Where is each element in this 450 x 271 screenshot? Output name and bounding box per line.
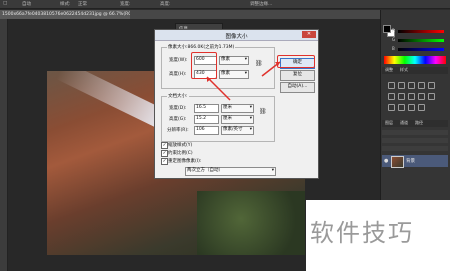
- arrow-to-width: [206, 76, 231, 101]
- watermark-text: 软件技巧: [310, 219, 414, 247]
